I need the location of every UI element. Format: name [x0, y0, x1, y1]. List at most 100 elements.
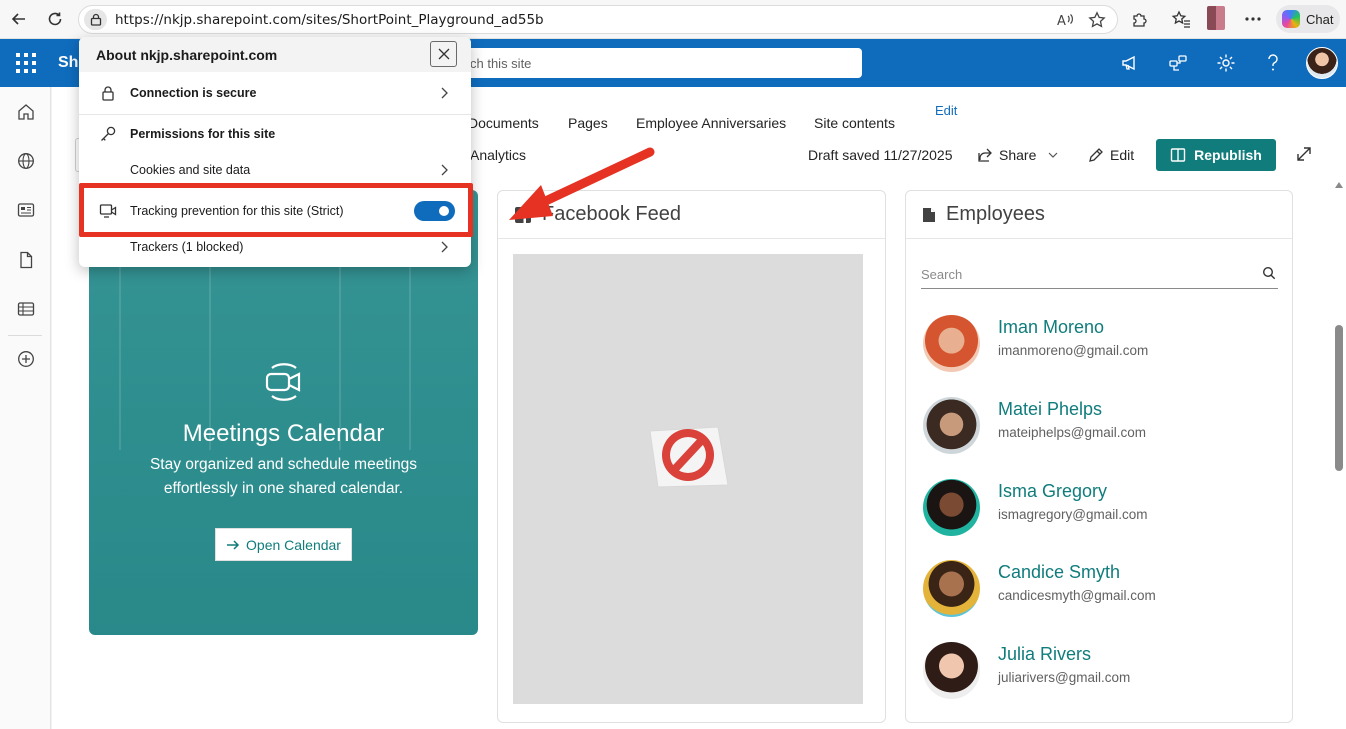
back-button[interactable] — [8, 8, 30, 30]
left-app-bar — [0, 87, 51, 729]
add-circle-icon — [18, 351, 34, 367]
help-button[interactable] — [1261, 51, 1285, 75]
announcements-button[interactable] — [1118, 51, 1142, 75]
shortpoint-button[interactable] — [1166, 51, 1190, 75]
nav-site-contents[interactable]: Site contents — [814, 115, 895, 131]
employee-search-placeholder: Search — [921, 267, 963, 282]
popup-close-button[interactable] — [430, 41, 457, 67]
employee-row[interactable]: Iman Moreno imanmoreno@gmail.com — [923, 315, 1263, 375]
employees-card: Employees Search Iman Moreno imanmoreno@… — [905, 190, 1293, 723]
blocked-content-icon — [649, 426, 729, 488]
puzzle-icon — [1133, 13, 1147, 27]
employees-card-title: Employees — [946, 203, 1045, 225]
profile-color-icon[interactable] — [1207, 6, 1225, 30]
more-options-button[interactable] — [1242, 8, 1264, 30]
user-avatar[interactable] — [1306, 47, 1338, 79]
employee-name[interactable]: Isma Gregory — [998, 481, 1107, 502]
employee-row[interactable]: Julia Rivers juliarivers@gmail.com — [923, 642, 1263, 702]
employee-search-input[interactable]: Search — [921, 261, 1278, 289]
employee-name[interactable]: Iman Moreno — [998, 317, 1104, 338]
search-icon[interactable] — [1262, 266, 1276, 280]
create-button[interactable] — [15, 348, 37, 370]
favorite-button[interactable] — [1088, 11, 1106, 29]
republish-label: Republish — [1194, 147, 1262, 163]
employee-email: juliarivers@gmail.com — [998, 670, 1131, 685]
news-button[interactable] — [15, 199, 37, 221]
site-info-button[interactable] — [84, 9, 107, 30]
republish-button[interactable]: Republish — [1156, 139, 1276, 171]
connection-secure-row[interactable]: Connection is secure — [79, 75, 471, 111]
arrow-left-icon — [11, 13, 25, 25]
address-bar[interactable]: https://nkjp.sharepoint.com/sites/ShortP… — [78, 5, 1118, 34]
list-icon — [17, 302, 35, 316]
permissions-label: Permissions for this site — [130, 127, 276, 141]
files-button[interactable] — [15, 249, 37, 271]
refresh-icon — [48, 12, 62, 26]
employee-avatar — [923, 315, 980, 372]
sites-button[interactable] — [15, 150, 37, 172]
ellipsis-icon — [1245, 17, 1261, 21]
app-launcher-icon[interactable] — [16, 53, 36, 73]
extensions-button[interactable] — [1129, 8, 1151, 30]
employee-avatar — [923, 642, 980, 699]
key-icon — [101, 126, 116, 141]
chevron-right-icon — [441, 164, 448, 176]
share-label: Share — [999, 147, 1037, 163]
employees-card-header: Employees — [906, 191, 1292, 239]
employee-row[interactable]: Candice Smyth candicesmyth@gmail.com — [923, 560, 1263, 620]
popup-header: About nkjp.sharepoint.com — [79, 37, 471, 72]
connection-secure-label: Connection is secure — [130, 86, 257, 100]
edit-label: Edit — [1110, 147, 1135, 163]
edit-button[interactable]: Edit — [1088, 147, 1134, 163]
expand-button[interactable] — [1295, 145, 1315, 165]
home-button[interactable] — [15, 101, 37, 123]
scroll-up-arrow-icon[interactable] — [1335, 182, 1343, 188]
employee-avatar — [923, 479, 980, 536]
svg-text:A: A — [1057, 14, 1066, 28]
meetings-title: Meetings Calendar — [182, 420, 385, 447]
megaphone-icon — [1122, 55, 1135, 71]
employee-row[interactable]: Isma Gregory ismagregory@gmail.com — [923, 479, 1263, 539]
highlight-annotation-box — [79, 183, 473, 237]
share-button[interactable]: Share — [977, 147, 1058, 163]
employee-email: mateiphelps@gmail.com — [998, 425, 1147, 440]
employee-name[interactable]: Julia Rivers — [998, 644, 1091, 665]
url-text[interactable]: https://nkjp.sharepoint.com/sites/ShortP… — [115, 12, 544, 28]
browser-toolbar: https://nkjp.sharepoint.com/sites/ShortP… — [0, 0, 1346, 39]
nav-documents[interactable]: Documents — [468, 115, 539, 131]
employee-row[interactable]: Matei Phelps mateiphelps@gmail.com — [923, 397, 1263, 457]
copilot-chat-button[interactable]: Chat — [1276, 5, 1340, 33]
draft-status-text: Draft saved 11/27/2025 — [808, 147, 953, 163]
video-camera-icon — [265, 363, 301, 401]
chevron-right-icon — [441, 241, 448, 253]
nav-employee-anniversaries[interactable]: Employee Anniversaries — [636, 115, 786, 131]
app-connect-icon — [1169, 55, 1187, 71]
rail-divider — [8, 335, 42, 336]
lists-button[interactable] — [15, 298, 37, 320]
open-calendar-button[interactable]: Open Calendar — [215, 528, 352, 561]
nav-pages[interactable]: Pages — [568, 115, 608, 131]
meetings-description: Stay organized and schedule meetings eff… — [149, 456, 418, 497]
page-scrollbar-thumb[interactable] — [1335, 325, 1343, 471]
favorites-button[interactable] — [1170, 8, 1192, 30]
chevron-right-icon — [441, 87, 448, 99]
help-icon — [1268, 54, 1278, 71]
draft-status: Draft saved 11/27/2025 — [808, 147, 953, 163]
settings-button[interactable] — [1214, 51, 1238, 75]
read-aloud-button[interactable]: A — [1057, 11, 1075, 29]
site-search-input[interactable]: ch this site — [440, 48, 862, 78]
employee-email: candicesmyth@gmail.com — [998, 588, 1156, 603]
document-icon — [20, 251, 33, 269]
site-search-placeholder: ch this site — [470, 56, 532, 71]
facebook-feed-card: Facebook Feed — [497, 190, 886, 723]
close-icon — [438, 48, 449, 60]
refresh-button[interactable] — [44, 8, 66, 30]
document-icon — [923, 207, 935, 222]
read-aloud-icon: A — [1057, 14, 1073, 28]
nav-edit-link[interactable]: Edit — [935, 103, 957, 118]
employee-name[interactable]: Matei Phelps — [998, 399, 1102, 420]
annotation-arrow-icon — [509, 147, 655, 220]
expand-icon — [1297, 147, 1311, 161]
permissions-row[interactable]: Permissions for this site — [79, 116, 471, 152]
employee-name[interactable]: Candice Smyth — [998, 562, 1120, 583]
